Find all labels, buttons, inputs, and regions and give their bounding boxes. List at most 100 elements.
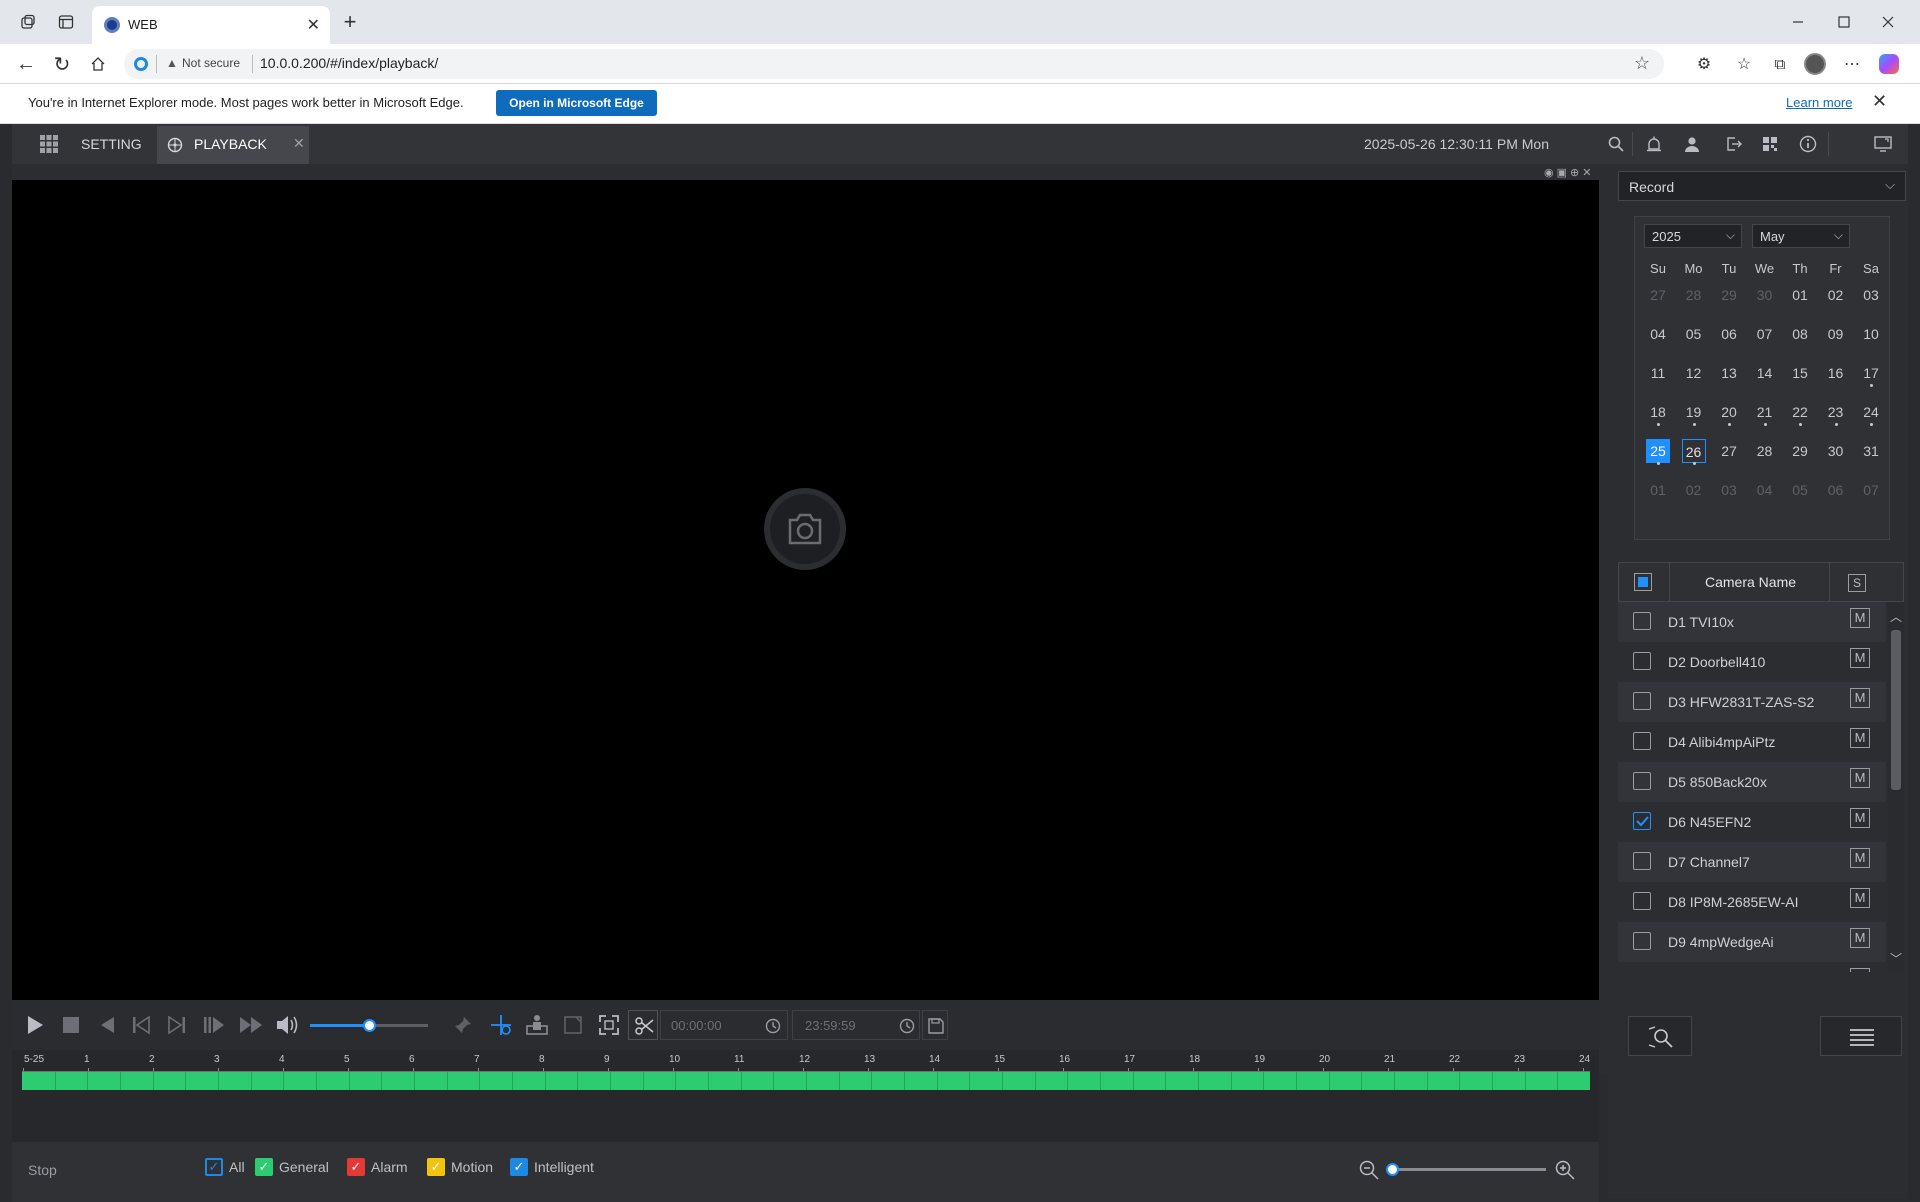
smart-search-person-icon[interactable] (524, 1012, 550, 1038)
tab-setting[interactable]: SETTING (81, 136, 142, 152)
calendar-day[interactable]: 23 (1819, 400, 1853, 424)
scrollbar-thumb[interactable] (1891, 630, 1901, 790)
calendar-day[interactable]: 08 (1783, 322, 1817, 346)
clip-start-time-field[interactable]: 00:00:00 (660, 1010, 788, 1040)
collections-icon[interactable]: ⧉ (1768, 52, 1792, 76)
calendar-day[interactable]: 09 (1819, 322, 1853, 346)
calendar-day[interactable]: 15 (1783, 361, 1817, 385)
calendar-day[interactable]: 05 (1783, 478, 1817, 502)
display-monitor-icon[interactable] (1872, 134, 1894, 154)
main-menu-grid-icon[interactable] (38, 134, 60, 154)
back-icon[interactable]: ← (14, 52, 38, 76)
close-window-icon[interactable] (1876, 10, 1900, 34)
camera-row[interactable]: D10 IPCM (1618, 962, 1886, 972)
camera-checkbox[interactable] (1633, 652, 1651, 670)
camera-row[interactable]: D4 Alibi4mpAiPtz M (1618, 722, 1886, 762)
calendar-day[interactable]: 07 (1748, 322, 1782, 346)
profile-avatar[interactable] (1804, 53, 1826, 75)
volume-handle[interactable] (363, 1019, 376, 1032)
calendar-day[interactable]: 07 (1854, 478, 1888, 502)
calendar-day[interactable]: 17 (1854, 361, 1888, 385)
year-select[interactable]: 2025 ⌵ (1644, 224, 1742, 248)
calendar-day[interactable]: 12 (1677, 361, 1711, 385)
volume-icon[interactable] (274, 1013, 300, 1037)
fullscreen-icon[interactable] (596, 1012, 622, 1038)
eye-icon[interactable]: ◉ (1544, 166, 1554, 180)
timeline-zoom-slider[interactable] (1386, 1163, 1546, 1176)
main-stream-toggle[interactable]: M (1850, 848, 1870, 868)
calendar-day[interactable]: 28 (1677, 283, 1711, 307)
filter-checkbox-alarm[interactable]: ✓ (347, 1158, 365, 1176)
calendar-day[interactable]: 27 (1712, 439, 1746, 463)
slow-play-icon[interactable] (202, 1014, 226, 1036)
qr-code-icon[interactable] (1760, 134, 1780, 154)
extensions-icon[interactable]: ⚙ (1692, 52, 1716, 76)
browser-tab[interactable]: WEB ✕ (92, 6, 330, 44)
home-icon[interactable] (86, 52, 110, 76)
zoom-handle[interactable] (1386, 1163, 1399, 1176)
camera-row[interactable]: D2 Doorbell410 M (1618, 642, 1886, 682)
refresh-icon[interactable]: ↻ (50, 52, 74, 76)
camera-row[interactable]: D3 HFW2831T-ZAS-S2 M (1618, 682, 1886, 722)
more-options-icon[interactable]: ⋯ (1840, 52, 1864, 76)
learn-more-link[interactable]: Learn more (1786, 95, 1852, 110)
main-stream-toggle[interactable]: M (1850, 768, 1870, 788)
calendar-day[interactable]: 18 (1641, 400, 1675, 424)
url-text[interactable]: 10.0.0.200/#/index/playback/ (260, 55, 438, 71)
calendar-day[interactable]: 27 (1641, 283, 1675, 307)
close-tab-icon[interactable]: ✕ (307, 15, 320, 35)
user-icon[interactable] (1682, 134, 1702, 154)
main-stream-toggle[interactable]: M (1850, 888, 1870, 908)
calendar-day[interactable]: 30 (1748, 283, 1782, 307)
save-clip-button[interactable] (922, 1010, 948, 1040)
calendar-day[interactable]: 22 (1783, 400, 1817, 424)
fast-forward-icon[interactable] (238, 1014, 264, 1036)
calendar-day[interactable]: 31 (1854, 439, 1888, 463)
previous-frame-icon[interactable] (130, 1014, 152, 1036)
calendar-day[interactable]: 21 (1748, 400, 1782, 424)
calendar-day[interactable]: 25 (1646, 439, 1670, 463)
zoom-in-icon[interactable] (1554, 1159, 1576, 1181)
workspaces-icon[interactable] (18, 12, 38, 32)
calendar-day[interactable]: 01 (1783, 283, 1817, 307)
favorite-star-icon[interactable]: ☆ (1634, 53, 1650, 74)
camera-row[interactable]: D7 Channel7 M (1618, 842, 1886, 882)
camera-checkbox[interactable] (1633, 812, 1651, 830)
volume-slider[interactable] (310, 1019, 428, 1032)
filter-checkbox-general[interactable]: ✓ (255, 1158, 273, 1176)
camera-checkbox[interactable] (1633, 732, 1651, 750)
camera-checkbox[interactable] (1633, 852, 1651, 870)
open-in-edge-button[interactable]: Open in Microsoft Edge (496, 90, 657, 116)
next-frame-icon[interactable] (166, 1014, 188, 1036)
calendar-day[interactable]: 14 (1748, 361, 1782, 385)
calendar-day[interactable]: 19 (1677, 400, 1711, 424)
timeline[interactable]: 5-25 1 2 3 4 5 6 7 8 9 10 11 12 13 14 15 16 17 18 19 20 21 22 2… (12, 1050, 1599, 1144)
main-stream-toggle[interactable]: M (1850, 648, 1870, 668)
close-ie-bar-icon[interactable]: ✕ (1872, 91, 1887, 112)
calendar-day[interactable]: 20 (1712, 400, 1746, 424)
main-stream-toggle[interactable]: M (1850, 608, 1870, 628)
camera-checkbox[interactable] (1633, 772, 1651, 790)
scroll-up-icon[interactable]: ︿ (1890, 608, 1902, 625)
logout-icon[interactable] (1724, 134, 1744, 154)
ie-mode-icon[interactable] (134, 57, 148, 71)
calendar-day[interactable]: 04 (1641, 322, 1675, 346)
favorites-icon[interactable]: ☆ (1732, 52, 1756, 76)
alarm-bell-icon[interactable] (1644, 134, 1664, 154)
snapshot-icon[interactable]: ▣ (1557, 166, 1567, 180)
calendar-day[interactable]: 06 (1712, 322, 1746, 346)
zoom-icon[interactable]: ⊕ (1570, 166, 1579, 180)
camera-row[interactable]: D8 IP8M-2685EW-AI M (1618, 882, 1886, 922)
address-bar[interactable]: ▲ Not secure 10.0.0.200/#/index/playback… (124, 49, 1664, 79)
file-list-button[interactable] (1820, 1016, 1902, 1056)
main-stream-toggle[interactable]: M (1850, 688, 1870, 708)
filter-checkbox-intelligent[interactable]: ✓ (510, 1158, 528, 1176)
calendar-day[interactable]: 26 (1681, 439, 1706, 463)
month-select[interactable]: May ⌵ (1752, 224, 1850, 248)
camera-checkbox[interactable] (1633, 692, 1651, 710)
stop-icon[interactable] (60, 1014, 82, 1036)
calendar-day[interactable]: 02 (1677, 478, 1711, 502)
calendar-day[interactable]: 30 (1819, 439, 1853, 463)
calendar-day[interactable]: 29 (1783, 439, 1817, 463)
reverse-play-icon[interactable] (96, 1014, 118, 1036)
